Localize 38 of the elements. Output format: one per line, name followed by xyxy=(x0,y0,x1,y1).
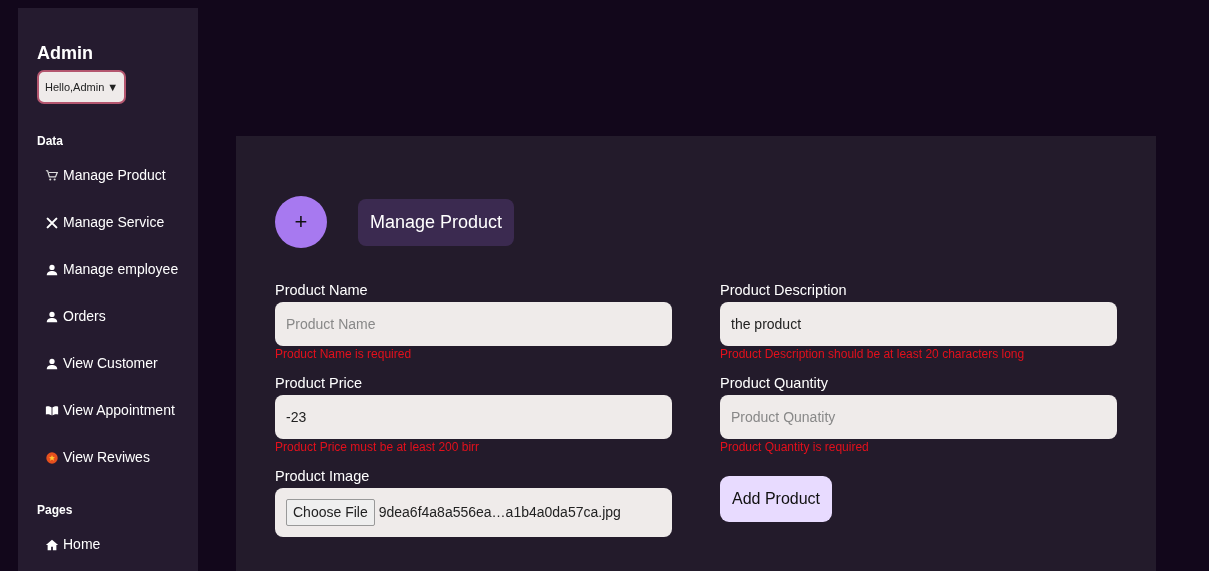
sidebar-link[interactable]: View Reviwes xyxy=(37,434,198,481)
sidebar-link[interactable]: View Customer xyxy=(37,340,198,387)
book-icon xyxy=(45,403,59,418)
person-icon xyxy=(45,262,59,277)
text-input-field[interactable]: Product Qunatity xyxy=(720,395,1117,439)
file-name: 9dea6f4a8a556ea…a1b4a0da57ca.jpg xyxy=(378,503,621,522)
add-button[interactable]: + xyxy=(275,196,327,248)
text-input-field[interactable]: -23 xyxy=(275,395,672,439)
sidebar-link[interactable]: Home xyxy=(37,521,198,568)
sidebar-link[interactable]: View Appointment xyxy=(37,387,198,434)
field-label: Product Image xyxy=(275,468,370,485)
person-icon xyxy=(45,309,59,324)
user-menu-button[interactable]: Hello,Admin ▼ xyxy=(37,70,127,104)
field-label: Product Description xyxy=(720,282,847,299)
star-badge-icon xyxy=(45,450,59,465)
home-icon xyxy=(45,537,59,552)
add-product-button[interactable]: Add Product xyxy=(720,476,833,522)
error-message: Product Quantity is required xyxy=(720,440,870,454)
error-message: Product Name is required xyxy=(275,347,413,361)
section-heading: Data xyxy=(37,133,64,150)
file-input-field[interactable]: Choose File 9dea6f4a8a556ea…a1b4a0da57ca.jpg xyxy=(275,488,672,537)
text-input-field[interactable]: Product Name xyxy=(275,302,672,346)
text-input-field[interactable]: the product xyxy=(720,302,1117,346)
sidebar-title: Admin xyxy=(37,42,94,64)
section-heading: Pages xyxy=(37,502,74,519)
field-label: Product Price xyxy=(275,375,363,392)
field-label: Product Quantity xyxy=(720,375,828,392)
page-heading: Manage Product xyxy=(358,198,515,246)
person-icon xyxy=(45,356,59,371)
sidebar-link[interactable]: Manage Service xyxy=(37,199,198,246)
field-label: Product Name xyxy=(275,282,368,299)
error-message: Product Description should be at least 20 characters long xyxy=(720,347,1026,361)
error-message: Product Price must be at least 200 birr xyxy=(275,440,481,454)
sidebar-link[interactable]: Orders xyxy=(37,293,198,340)
sidebar-link[interactable]: Manage employee xyxy=(37,246,198,293)
sidebar-link[interactable]: Manage Product xyxy=(37,152,198,199)
cart-icon xyxy=(45,168,59,183)
choose-file-button[interactable]: Choose File xyxy=(286,499,375,526)
